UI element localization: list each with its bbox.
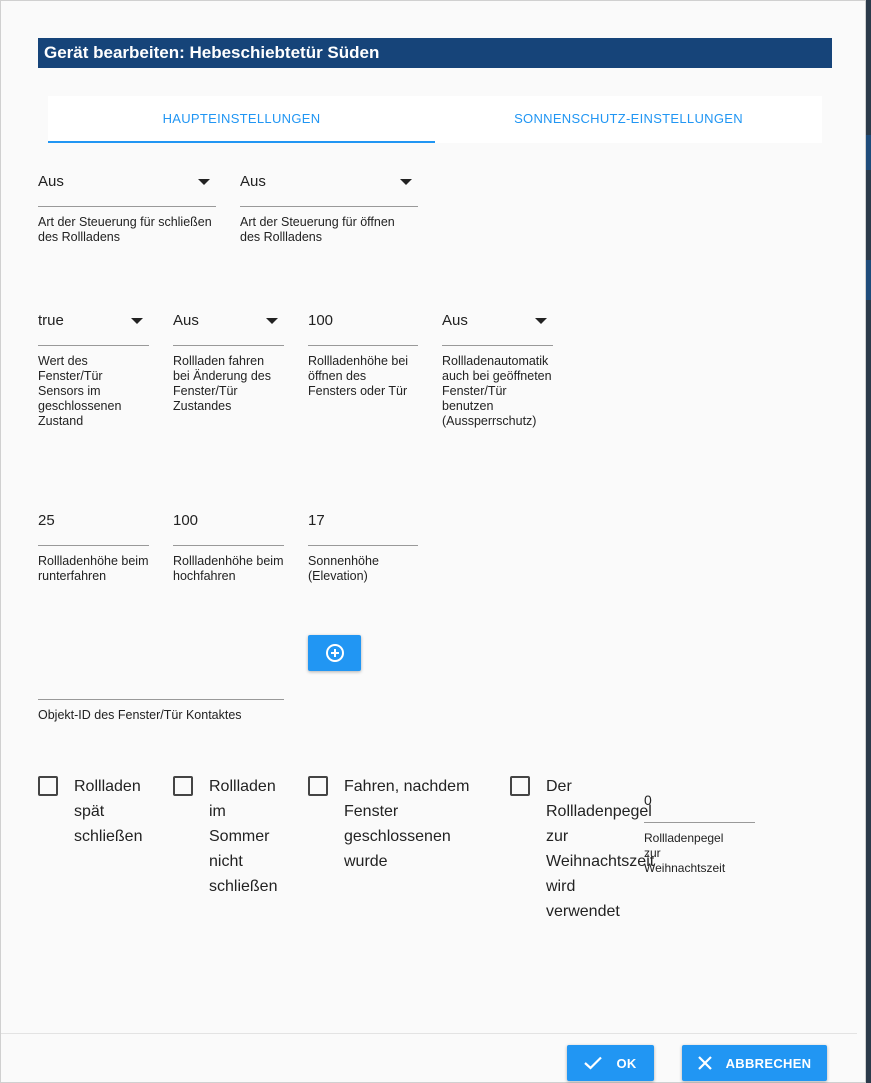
xmas-level-value: 0 xyxy=(644,792,652,808)
move-on-change-value: Aus xyxy=(173,312,199,329)
height-down-label: Rollladenhöhe beim runterfahren xyxy=(38,554,149,583)
arrow-drop-down-icon xyxy=(400,179,412,185)
height-up-input[interactable]: 100 Rollladenhöhe beim hochfahren xyxy=(173,508,284,584)
checkbox-late-close[interactable]: Rollladen spät schließen xyxy=(38,774,156,849)
dialog-title: Gerät bearbeiten: Hebeschiebtetür Süden xyxy=(38,38,832,68)
cancel-button-label: ABBRECHEN xyxy=(725,1055,812,1071)
tab-sun-protection-settings[interactable]: SONNENSCHUTZ-EINSTELLUNGEN xyxy=(435,96,822,143)
arrow-drop-down-icon xyxy=(535,318,547,324)
open-control-label: Art der Steuerung für öffnen des Rolllad… xyxy=(240,215,395,244)
elevation-input[interactable]: 17 Sonnenhöhe (Elevation) xyxy=(308,508,418,584)
sensor-value-select[interactable]: true Wert des Fenster/Tür Sensors im ges… xyxy=(38,308,149,429)
close-control-value: Aus xyxy=(38,173,64,190)
ok-button[interactable]: OK xyxy=(567,1045,654,1081)
checkbox-move-after-close-label: Fahren, nachdem Fenster geschlossenen wu… xyxy=(344,778,470,870)
tab-bar: HAUPTEINSTELLUNGEN SONNENSCHUTZ-EINSTELL… xyxy=(48,96,822,143)
height-on-open-label: Rollladenhöhe bei öffnen des Fensters od… xyxy=(308,354,409,398)
checkbox-box[interactable] xyxy=(38,776,58,796)
close-control-select[interactable]: Aus Art der Steuerung für schließen des … xyxy=(38,169,216,245)
xmas-level-label: Rollladenpegel zur Weihnachtszeit xyxy=(644,831,726,875)
object-id-label: Objekt-ID des Fenster/Tür Kontaktes xyxy=(38,708,242,722)
height-on-open-value: 100 xyxy=(308,312,334,329)
close-control-label: Art der Steuerung für schließen des Roll… xyxy=(38,215,212,244)
open-control-value: Aus xyxy=(240,173,266,190)
elevation-value: 17 xyxy=(308,512,325,529)
footer-divider xyxy=(1,1033,857,1034)
open-control-select[interactable]: Aus Art der Steuerung für öffnen des Rol… xyxy=(240,169,418,245)
height-on-open-input[interactable]: 100 Rollladenhöhe bei öffnen des Fenster… xyxy=(308,308,418,399)
height-up-label: Rollladenhöhe beim hochfahren xyxy=(173,554,284,583)
arrow-drop-down-icon xyxy=(266,318,278,324)
xmas-level-input[interactable]: 0 Rollladenpegel zur Weihnachtszeit xyxy=(644,787,755,876)
add-circle-icon xyxy=(325,644,344,662)
auto-open-value: Aus xyxy=(442,312,468,329)
checkbox-box[interactable] xyxy=(510,776,530,796)
arrow-drop-down-icon xyxy=(198,179,210,185)
arrow-drop-down-icon xyxy=(131,318,143,324)
checkbox-summer-no-close-label: Rollladen im Sommer nicht schließen xyxy=(209,778,278,895)
checkbox-box[interactable] xyxy=(173,776,193,796)
height-up-value: 100 xyxy=(173,512,199,529)
checkbox-move-after-close[interactable]: Fahren, nachdem Fenster geschlossenen wu… xyxy=(308,774,488,874)
checkbox-xmas-level-label: Der Rollladenpegel zur Weihnachtszeit wi… xyxy=(546,778,655,920)
add-object-button[interactable] xyxy=(308,635,361,671)
tab-main-settings[interactable]: HAUPTEINSTELLUNGEN xyxy=(48,96,435,143)
object-id-input[interactable] xyxy=(38,699,284,700)
sensor-value-label: Wert des Fenster/Tür Sensors im geschlos… xyxy=(38,354,122,428)
close-icon xyxy=(697,1056,712,1070)
checkbox-summer-no-close[interactable]: Rollladen im Sommer nicht schließen xyxy=(173,774,291,899)
check-icon xyxy=(584,1056,603,1070)
move-on-change-label: Rollladen fahren bei Änderung des Fenste… xyxy=(173,354,271,413)
height-down-input[interactable]: 25 Rollladenhöhe beim runterfahren xyxy=(38,508,149,584)
cancel-button[interactable]: ABBRECHEN xyxy=(682,1045,827,1081)
sensor-value-value: true xyxy=(38,312,64,329)
auto-open-select[interactable]: Aus Rollladenautomatik auch bei geöffnet… xyxy=(442,308,553,429)
move-on-change-select[interactable]: Aus Rollladen fahren bei Änderung des Fe… xyxy=(173,308,284,414)
auto-open-label: Rollladenautomatik auch bei geöffneten F… xyxy=(442,354,552,428)
checkbox-late-close-label: Rollladen spät schließen xyxy=(74,778,143,845)
elevation-label: Sonnenhöhe (Elevation) xyxy=(308,554,379,583)
edit-device-dialog: Gerät bearbeiten: Hebeschiebtetür Süden … xyxy=(0,0,866,1083)
height-down-value: 25 xyxy=(38,512,55,529)
checkbox-xmas-level[interactable]: Der Rollladenpegel zur Weihnachtszeit wi… xyxy=(510,774,655,924)
ok-button-label: OK xyxy=(616,1055,637,1071)
checkbox-box[interactable] xyxy=(308,776,328,796)
